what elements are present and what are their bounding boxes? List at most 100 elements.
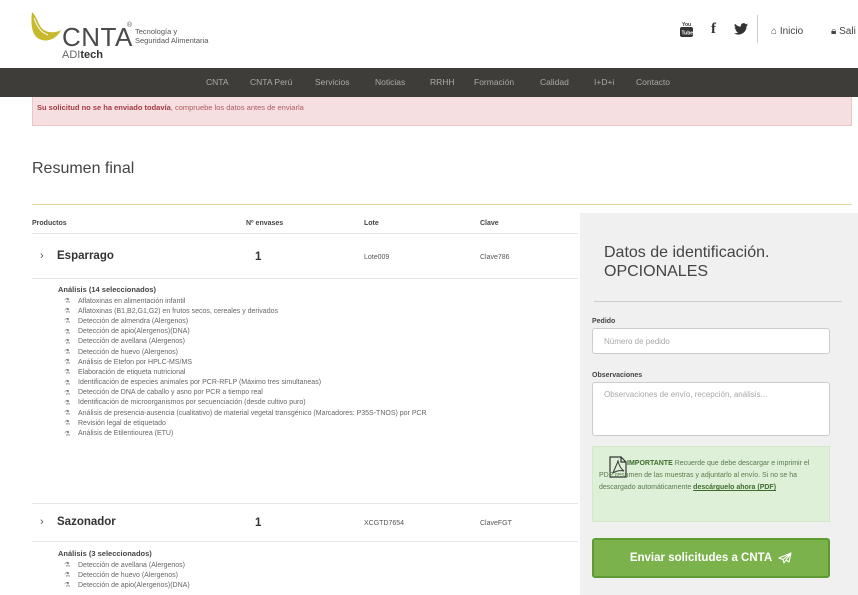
- site-header: CNTA ® Tecnología y Seguridad Alimentari…: [0, 0, 858, 68]
- svg-text:Tube: Tube: [682, 31, 694, 37]
- table-header-divider: [32, 233, 578, 234]
- analysis-item-label: Análisis de Etefon por HPLC-MS/MS: [78, 358, 192, 366]
- row-divider: [32, 503, 578, 504]
- cnta-logo[interactable]: CNTA ® Tecnología y Seguridad Alimentari…: [28, 10, 218, 61]
- send-requests-button[interactable]: Enviar solicitudes a CNTA: [592, 538, 830, 578]
- flask-icon: ⚗︎: [64, 562, 71, 570]
- logo-tagline: Tecnología y Seguridad Alimentaria: [135, 27, 208, 45]
- product-lote: Lote009: [364, 254, 390, 261]
- analysis-list: ⚗︎ Detección de avellana (Alergenos) ⚗︎ De…: [64, 560, 190, 591]
- analysis-item: ⚗︎ Detección de DNA de caballo y asno por…: [64, 388, 427, 398]
- analysis-item: ⚗︎ Aflatoxinas en alimentación infantil: [64, 296, 427, 306]
- leaf-logo-icon: [31, 12, 61, 41]
- svg-text:You: You: [682, 22, 691, 28]
- flask-icon: ⚗︎: [64, 328, 71, 336]
- nav-item-servicios[interactable]: Servicios: [315, 77, 349, 87]
- analysis-item-label: Detección de huevo (Alergenos): [78, 571, 179, 579]
- analysis-item: ⚗︎ Análisis de Etilentiourea (ETU): [64, 428, 427, 438]
- row-divider: [32, 278, 578, 279]
- analysis-item: ⚗︎ Identificación de microorganismos por …: [64, 398, 427, 408]
- main-nav: CNTA CNTA Perú Servicios Noticias RRHH F…: [0, 68, 858, 97]
- analysis-item-label: Identificación de microorganismos por se…: [78, 399, 306, 407]
- analysis-item-label: Aflatoxinas (B1,B2,G1,G2) en frutos seco…: [78, 307, 278, 315]
- product-clave: Clave786: [480, 254, 510, 261]
- analysis-item: ⚗︎ Detección de avellana (Alergenos): [64, 337, 427, 347]
- alert-strong: Su solicitud no se ha enviado todavía: [37, 103, 171, 112]
- flask-icon: ⚗︎: [64, 582, 71, 590]
- analysis-item-label: Detección de avellana (Alergenos): [78, 561, 186, 569]
- product-clave: ClaveFGT: [480, 520, 512, 527]
- col-header-productos: Productos: [32, 220, 67, 227]
- analysis-item: ⚗︎ Identificación de especies animales po…: [64, 378, 427, 388]
- analysis-item: ⚗︎ Elaboración de etiqueta nutricional: [64, 367, 427, 377]
- nav-item-contacto[interactable]: Contacto: [636, 77, 670, 87]
- col-header-lote: Lote: [364, 220, 379, 227]
- flask-icon: ⚗︎: [64, 318, 71, 326]
- flask-icon: ⚗︎: [64, 298, 71, 306]
- facebook-icon[interactable]: f: [711, 21, 716, 38]
- twitter-icon[interactable]: [734, 22, 748, 38]
- aditech-suffix: tech: [80, 49, 103, 61]
- youtube-icon[interactable]: You Tube: [680, 21, 693, 40]
- notice-text: IMPORTANTE Recuerde que debe descargar e…: [599, 458, 825, 494]
- panel-title-line1: Datos de identificación.: [604, 244, 770, 261]
- logo-tagline-line2: Seguridad Alimentaria: [135, 36, 209, 45]
- analysis-item-label: Elaboración de etiqueta nutricional: [78, 368, 186, 376]
- analysis-title: Análisis (14 seleccionados): [58, 285, 156, 294]
- flask-icon: ⚗︎: [64, 338, 71, 346]
- nav-item-cnta[interactable]: CNTA: [206, 77, 229, 87]
- col-header-envases: Nº envases: [246, 220, 284, 227]
- nav-item-rrhh[interactable]: RRHH: [430, 77, 455, 87]
- download-pdf-link[interactable]: descárguelo ahora (PDF): [693, 484, 776, 491]
- expand-chevron-icon[interactable]: ›: [40, 250, 44, 262]
- nav-item-calidad[interactable]: Calidad: [540, 77, 569, 87]
- analysis-item-label: Análisis de presencia-ausencia (cualitat…: [78, 409, 427, 417]
- analysis-item-label: Análisis de Etilentiourea (ETU): [78, 430, 174, 438]
- paper-plane-icon: [778, 552, 792, 564]
- identification-panel: Datos de identificación. OPCIONALES Pedi…: [580, 213, 858, 595]
- flask-icon: ⚗︎: [64, 572, 71, 580]
- analysis-item-label: Detección de huevo (Alergenos): [78, 348, 179, 356]
- analysis-item: ⚗︎ Detección de almendra (Alergenos): [64, 316, 427, 326]
- alert-rest: , compruebe los datos antes de enviarla: [170, 103, 304, 112]
- flask-icon: ⚗︎: [64, 410, 71, 418]
- home-link-label: Inicio: [779, 26, 804, 37]
- product-name[interactable]: Esparrago: [57, 250, 114, 262]
- page-title: Resumen final: [32, 160, 135, 177]
- analysis-item-label: Detección de apio(Alergenos)(DNA): [78, 328, 190, 336]
- flask-icon: ⚗︎: [64, 359, 71, 367]
- analysis-item-label: Revisión legal de etiquetado: [78, 419, 166, 427]
- panel-divider: [594, 301, 842, 302]
- product-name[interactable]: Sazonador: [57, 516, 116, 528]
- flask-icon: ⚗︎: [64, 308, 71, 316]
- analysis-item-label: Identificación de especies animales por …: [78, 379, 322, 387]
- nav-item-formacion[interactable]: Formación: [474, 77, 514, 87]
- analysis-item: ⚗︎ Detección de apio(Alergenos)(DNA): [64, 580, 190, 590]
- home-link[interactable]: ⌂ Inicio: [771, 26, 803, 37]
- header-separator: [757, 15, 758, 43]
- warning-alert: Su solicitud no se ha enviado todavía, c…: [32, 97, 852, 126]
- analysis-item: ⚗︎ Análisis de presencia-ausencia (cualit…: [64, 408, 427, 418]
- send-button-label: Enviar solicitudes a CNTA: [629, 552, 773, 564]
- observaciones-textarea[interactable]: [592, 382, 830, 436]
- analysis-item: ⚗︎ Revisión legal de etiquetado: [64, 418, 427, 428]
- notice-strong: IMPORTANTE: [627, 460, 673, 467]
- logout-link[interactable]: 🔒︎ Sali: [831, 26, 856, 37]
- pedido-label: Pedido: [592, 318, 616, 325]
- nav-item-noticias[interactable]: Noticias: [375, 77, 405, 87]
- analysis-item: ⚗︎ Detección de huevo (Alergenos): [64, 570, 190, 580]
- product-qty: 1: [255, 517, 262, 529]
- nav-item-idi[interactable]: I+D+i: [594, 77, 614, 87]
- expand-chevron-icon[interactable]: ›: [40, 516, 44, 528]
- nav-item-cnta-peru[interactable]: CNTA Perú: [250, 77, 292, 87]
- aditech-prefix: ADI: [62, 49, 81, 61]
- panel-title: Datos de identificación. OPCIONALES: [604, 243, 844, 281]
- title-divider: [32, 204, 852, 205]
- analysis-list: ⚗︎ Aflatoxinas en alimentación infantil ⚗…: [64, 296, 427, 439]
- flask-icon: ⚗︎: [64, 379, 71, 387]
- analysis-item: ⚗︎ Aflatoxinas (B1,B2,G1,G2) en frutos se…: [64, 306, 427, 316]
- flask-icon: ⚗︎: [64, 369, 71, 377]
- analysis-title: Análisis (3 seleccionados): [58, 549, 152, 558]
- logo-tagline-line1: Tecnología y: [135, 27, 178, 36]
- pedido-input[interactable]: [592, 328, 830, 354]
